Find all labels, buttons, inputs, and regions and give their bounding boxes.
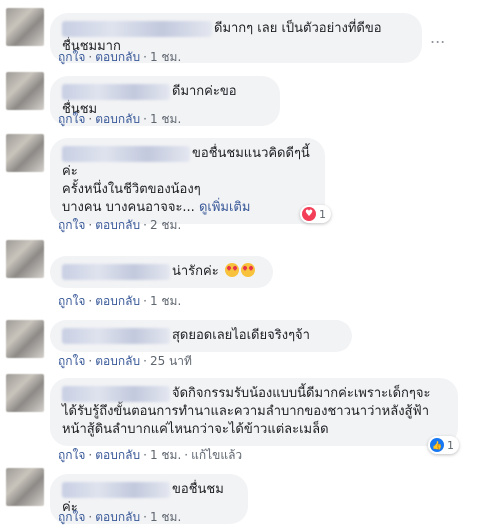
reaction-summary[interactable]: ♥ 1 [300, 205, 331, 223]
comment-actions: ถูกใจ · ตอบกลับ · 25 นาที [58, 354, 192, 368]
comment-text: น่ารักค่ะ [172, 264, 219, 279]
like-link[interactable]: ถูกใจ [58, 510, 85, 524]
reply-link[interactable]: ตอบกลับ [95, 354, 140, 368]
avatar[interactable] [6, 134, 44, 172]
avatar[interactable] [6, 374, 44, 412]
reply-link[interactable]: ตอบกลับ [95, 510, 140, 524]
reply-link[interactable]: ตอบกลับ [95, 50, 140, 64]
comment-actions: ถูกใจ · ตอบกลับ · 2 ชม. [58, 218, 182, 232]
avatar[interactable] [6, 240, 44, 278]
timestamp[interactable]: 1 ชม. [150, 50, 181, 64]
heart-eyes-emoji-icon [240, 263, 255, 277]
comment-bubble: สุดยอดเลยไอเดียจริงๆจ้า [50, 320, 352, 352]
timestamp[interactable]: 1 ชม. [150, 112, 181, 126]
comment-bubble: ขอชื่นชมแนวคิดดีๆนี้ค่ะ ครั้งหนึ่งในชีวิ… [50, 138, 325, 224]
reply-link[interactable]: ตอบกลับ [95, 448, 140, 462]
comment-text-line: บางคน บางคนอาจจะ... [62, 200, 195, 215]
avatar[interactable] [6, 468, 44, 506]
edited-label[interactable]: แก้ไขแล้ว [191, 448, 242, 462]
commenter-name[interactable] [62, 145, 190, 162]
comment-text-line: ครั้งหนึ่งในชีวิตของน้องๆ [62, 182, 201, 197]
timestamp[interactable]: 1 ชม. [150, 294, 181, 308]
like-link[interactable]: ถูกใจ [58, 112, 85, 126]
comment-bubble: จัดกิจกรรมรับน้องแบบนี้ดีมากค่ะเพราะเด็ก… [50, 378, 458, 446]
commenter-name[interactable] [62, 385, 170, 402]
like-reaction-icon: 👍 [430, 438, 444, 452]
like-link[interactable]: ถูกใจ [58, 448, 85, 462]
comment-actions: ถูกใจ · ตอบกลับ · 1 ชม. [58, 112, 182, 126]
reply-link[interactable]: ตอบกลับ [95, 294, 140, 308]
commenter-name[interactable] [62, 83, 170, 100]
comment-text-line: ได้รับรู้ถึงขั้นตอนการทำนาและความลำบากขอ… [62, 404, 429, 419]
comment-actions: ถูกใจ · ตอบกลับ · 1 ชม. [58, 510, 182, 524]
heart-reaction-icon: ♥ [302, 207, 316, 221]
comment-text: จัดกิจกรรมรับน้องแบบนี้ดีมากค่ะเพราะเด็ก… [172, 386, 431, 401]
see-more-link[interactable]: ดูเพิ่มเติม [199, 200, 250, 215]
avatar[interactable] [6, 72, 44, 110]
avatar[interactable] [6, 320, 44, 358]
reply-link[interactable]: ตอบกลับ [95, 218, 140, 232]
avatar[interactable] [6, 8, 44, 46]
commenter-name[interactable] [62, 20, 212, 37]
commenter-name[interactable] [62, 481, 170, 498]
comment-text: สุดยอดเลยไอเดียจริงๆจ้า [172, 328, 310, 343]
more-options-icon[interactable]: ... [430, 28, 445, 47]
comment-actions: ถูกใจ · ตอบกลับ · 1 ชม. [58, 50, 182, 64]
comment-bubble: น่ารักค่ะ [50, 256, 273, 288]
commenter-name[interactable] [62, 263, 170, 280]
comment-actions: ถูกใจ · ตอบกลับ · 1 ชม. [58, 294, 182, 308]
timestamp[interactable]: 1 ชม. [150, 510, 181, 524]
like-link[interactable]: ถูกใจ [58, 50, 85, 64]
commenter-name[interactable] [62, 327, 170, 344]
timestamp[interactable]: 1 ชม. [150, 448, 181, 462]
timestamp[interactable]: 25 นาที [150, 354, 192, 368]
reply-link[interactable]: ตอบกลับ [95, 112, 140, 126]
timestamp[interactable]: 2 ชม. [150, 218, 181, 232]
like-link[interactable]: ถูกใจ [58, 218, 85, 232]
comment-actions: ถูกใจ · ตอบกลับ · 1 ชม. · แก้ไขแล้ว [58, 448, 243, 462]
like-link[interactable]: ถูกใจ [58, 294, 85, 308]
heart-eyes-emoji-icon [224, 263, 239, 277]
like-link[interactable]: ถูกใจ [58, 354, 85, 368]
comment-text-line: หน้าสู้ดินลำบากแค่ไหนกว่าจะได้ข้าวแต่ละเ… [62, 422, 329, 437]
reaction-summary[interactable]: 👍 1 [428, 436, 459, 454]
